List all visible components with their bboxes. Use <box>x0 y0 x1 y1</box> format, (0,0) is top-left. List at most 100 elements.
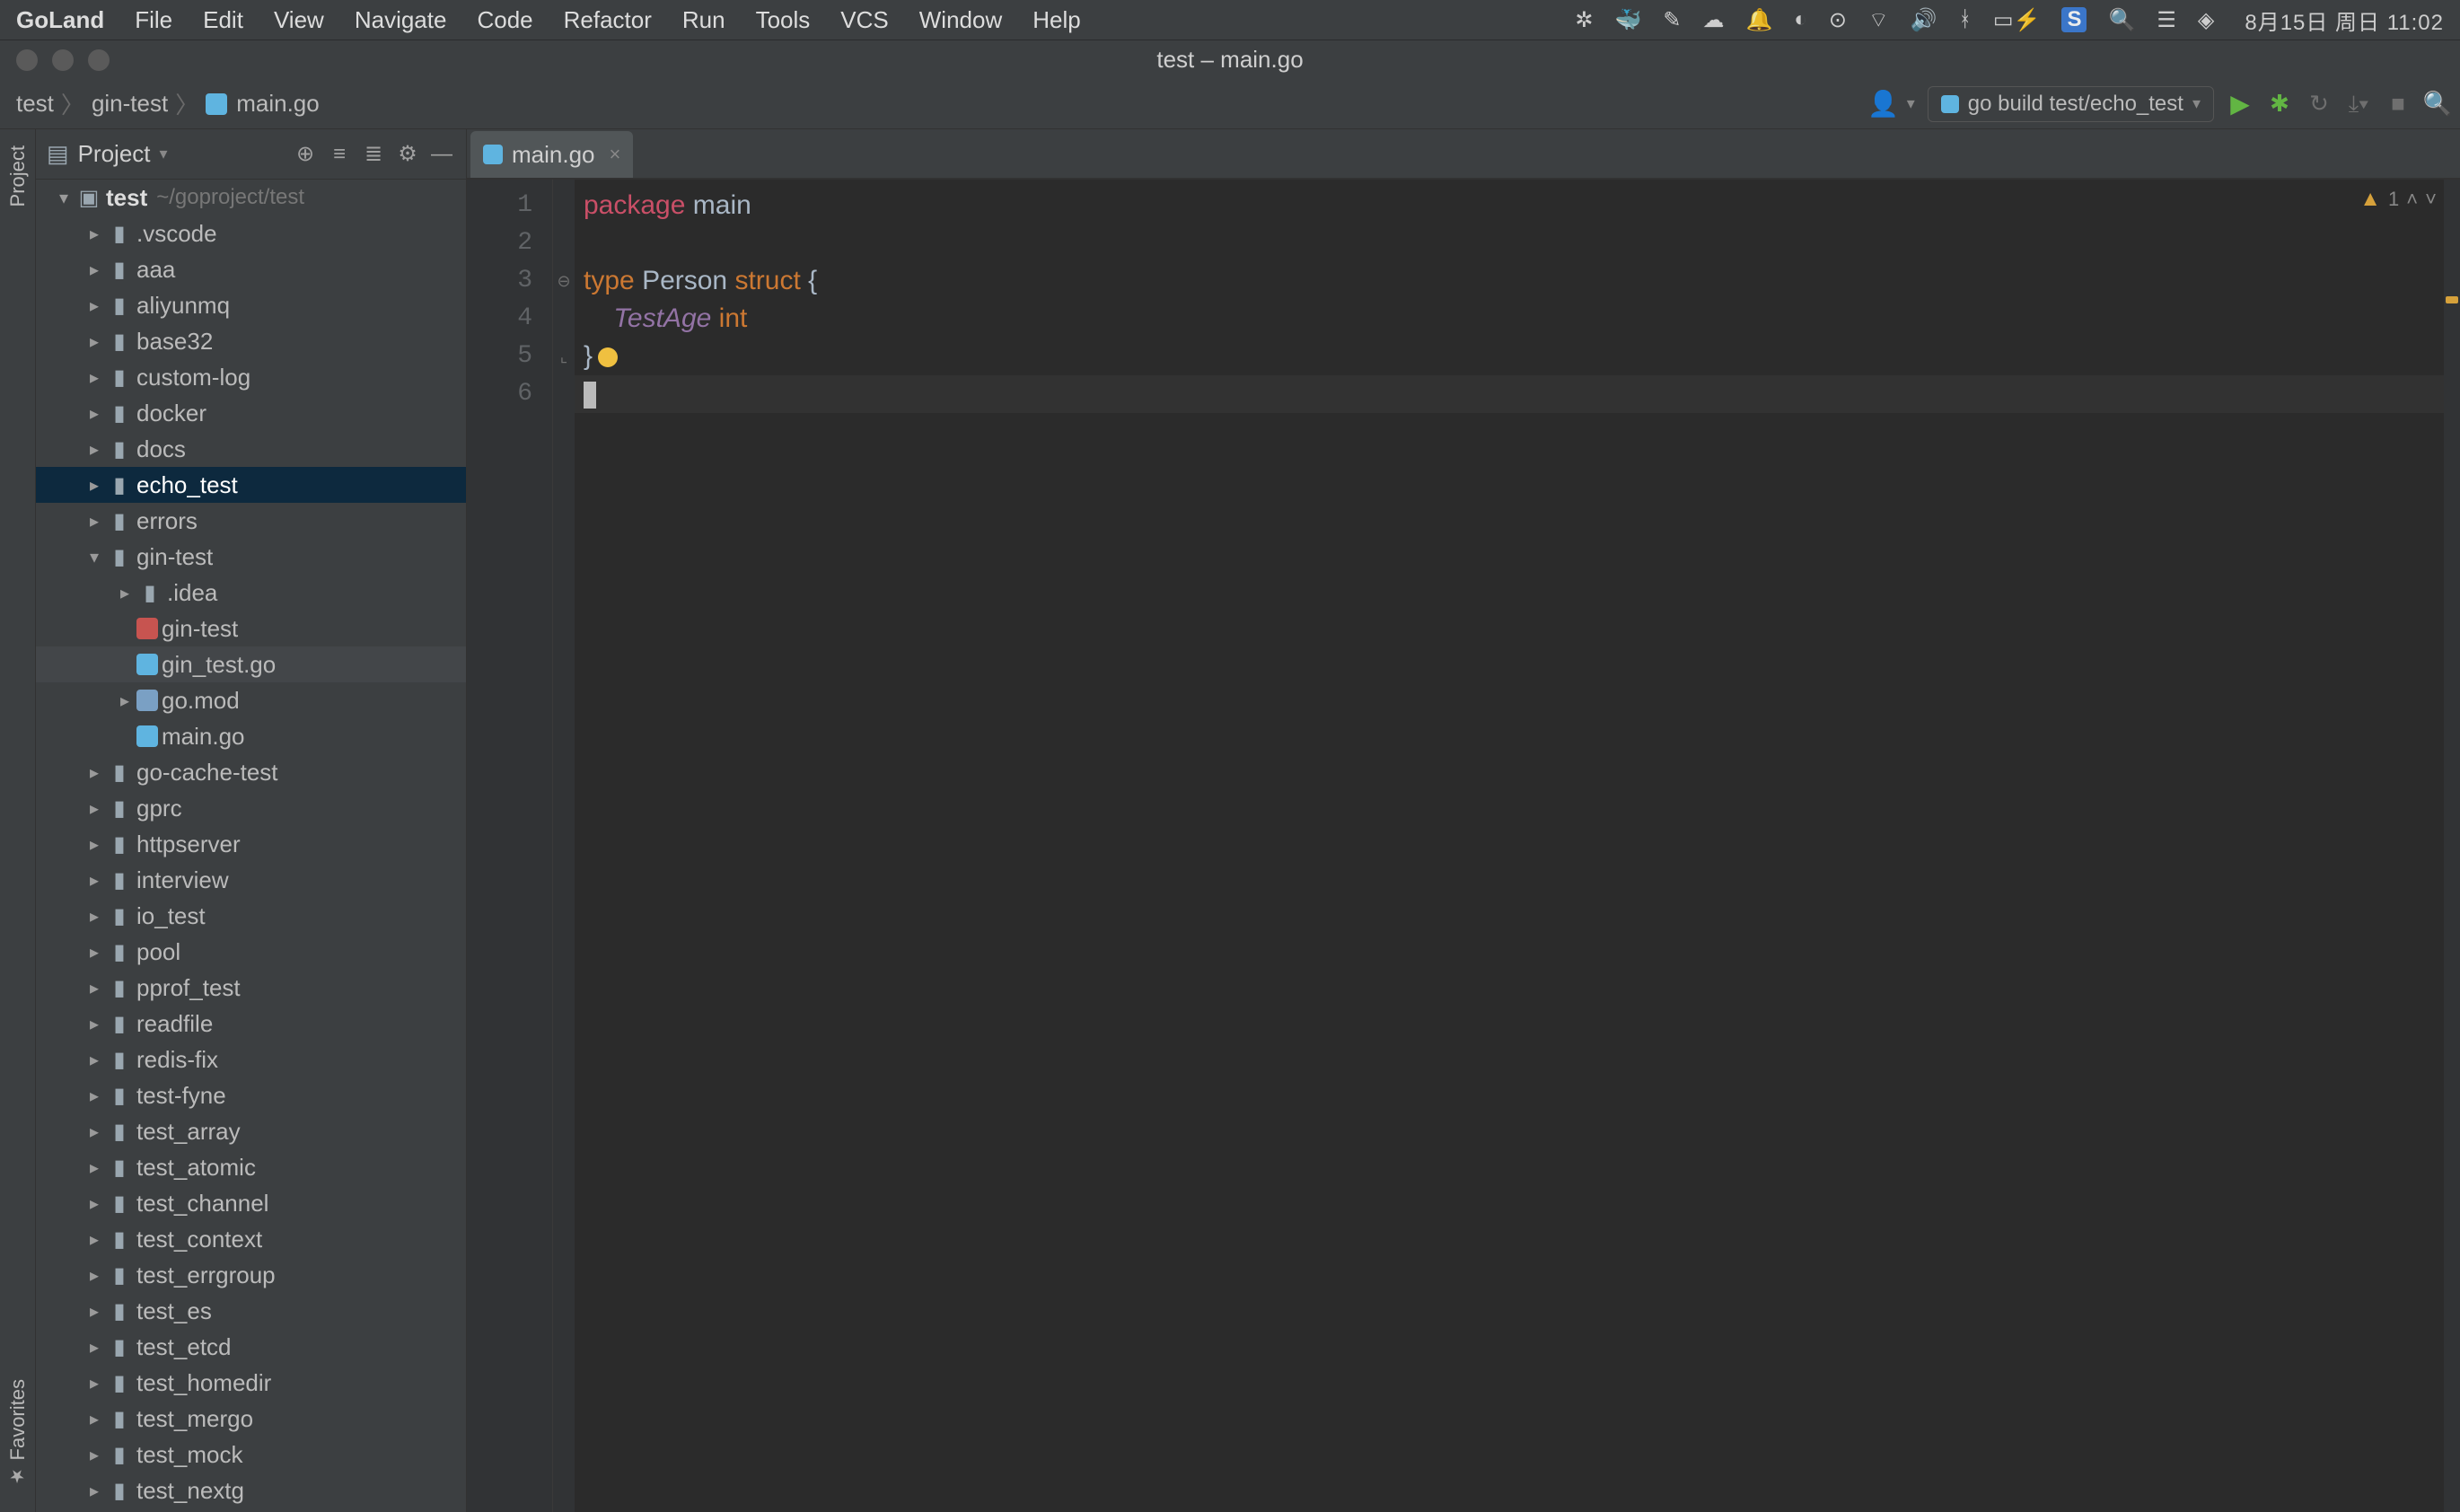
tree-item-errors[interactable]: ▸▮errors <box>36 503 466 539</box>
expand-all-icon[interactable]: ≡ <box>326 142 353 167</box>
tree-item-go-mod[interactable]: ▸go.mod <box>36 682 466 718</box>
code-with-me-icon[interactable]: 👤 <box>1867 88 1900 120</box>
chevron-right-icon[interactable]: ▸ <box>83 1049 106 1071</box>
tree-item-docker[interactable]: ▸▮docker <box>36 395 466 431</box>
tree-item-test-errgroup[interactable]: ▸▮test_errgroup <box>36 1257 466 1293</box>
bluetooth-icon[interactable]: ᚼ <box>1958 7 1971 32</box>
project-tree[interactable]: ▾ ▣ test ~/goproject/test ▸▮.vscode▸▮aaa… <box>36 180 466 1512</box>
error-stripe[interactable] <box>2444 180 2460 1512</box>
menu-view[interactable]: View <box>274 6 324 34</box>
tree-item-test-array[interactable]: ▸▮test_array <box>36 1113 466 1149</box>
run-with-coverage-button[interactable]: ↻ <box>2306 91 2333 118</box>
chevron-right-icon[interactable]: ▸ <box>83 474 106 497</box>
tree-item-pool[interactable]: ▸▮pool <box>36 934 466 970</box>
intention-bulb-icon[interactable] <box>598 347 618 367</box>
chevron-right-icon[interactable]: ▸ <box>83 510 106 532</box>
bell-icon[interactable]: 🔔 <box>1746 7 1773 33</box>
chevron-right-icon[interactable]: ▸ <box>83 1408 106 1430</box>
circle-icon[interactable]: ◐ <box>1794 7 1807 32</box>
volume-icon[interactable]: 🔊 <box>1911 7 1937 33</box>
debug-button[interactable]: ✱ <box>2266 91 2293 118</box>
chevron-down-icon[interactable]: ▾ <box>160 145 168 163</box>
line-number[interactable]: 2 <box>467 224 552 262</box>
wechat-icon[interactable]: ✲ <box>1575 7 1593 33</box>
chevron-right-icon[interactable]: ▸ <box>83 294 106 317</box>
tree-item--idea[interactable]: ▸▮.idea <box>36 575 466 611</box>
chevron-up-icon[interactable]: ˄ <box>2406 188 2418 211</box>
fold-close-icon[interactable]: ⌞ <box>553 338 575 375</box>
chevron-right-icon[interactable]: ▸ <box>83 977 106 999</box>
chevron-right-icon[interactable]: ▸ <box>83 1013 106 1035</box>
warning-marker[interactable] <box>2446 296 2458 303</box>
menu-tools[interactable]: Tools <box>756 6 811 34</box>
tree-item-gin-test-go[interactable]: ▸gin_test.go <box>36 646 466 682</box>
collapse-all-icon[interactable]: ≣ <box>360 141 387 167</box>
tree-item-gprc[interactable]: ▸▮gprc <box>36 790 466 826</box>
code-line[interactable]: } <box>575 338 2444 375</box>
chevron-right-icon[interactable]: ▸ <box>83 797 106 820</box>
clock[interactable]: 8月15日 周日 11:02 <box>2245 4 2444 36</box>
chevron-right-icon[interactable]: ▸ <box>83 330 106 353</box>
project-view-label[interactable]: Project <box>78 140 151 168</box>
tree-item-httpserver[interactable]: ▸▮httpserver <box>36 826 466 862</box>
code-line[interactable]: type Person struct { <box>575 262 2444 300</box>
breadcrumb-gin-test[interactable]: gin-test <box>92 90 168 118</box>
menu-code[interactable]: Code <box>477 6 532 34</box>
editor-tab-main-go[interactable]: main.go × <box>470 131 633 178</box>
wifi-icon[interactable]: ⌔ <box>1868 6 1889 33</box>
tree-item-test-fyne[interactable]: ▸▮test-fyne <box>36 1077 466 1113</box>
code-line[interactable] <box>575 224 2444 262</box>
chevron-down-icon[interactable]: ▾ <box>52 187 75 209</box>
spotlight-icon[interactable]: 🔍 <box>2108 7 2135 33</box>
tree-item-io-test[interactable]: ▸▮io_test <box>36 898 466 934</box>
play-tray-icon[interactable]: ⊙ <box>1829 7 1847 33</box>
tree-item-custom-log[interactable]: ▸▮custom-log <box>36 359 466 395</box>
search-everywhere-button[interactable]: 🔍 <box>2424 91 2451 118</box>
chevron-right-icon[interactable]: ▸ <box>83 1264 106 1287</box>
chevron-right-icon[interactable]: ▸ <box>83 1444 106 1466</box>
tree-item--vscode[interactable]: ▸▮.vscode <box>36 215 466 251</box>
code-line[interactable]: package main <box>575 187 2444 224</box>
favorites-tool-button[interactable]: ★ Favorites <box>6 1372 30 1494</box>
chevron-right-icon[interactable]: ▸ <box>83 366 106 389</box>
tree-item-gin-test[interactable]: ▾▮gin-test <box>36 539 466 575</box>
cloud-icon[interactable]: ☁ <box>1703 7 1725 33</box>
chevron-right-icon[interactable]: ▸ <box>83 869 106 892</box>
traffic-lights[interactable] <box>0 49 233 71</box>
tree-item-main-go[interactable]: ▸main.go <box>36 718 466 754</box>
menu-vcs[interactable]: VCS <box>840 6 888 34</box>
chevron-right-icon[interactable]: ▸ <box>83 761 106 784</box>
chevron-down-icon[interactable]: ˅ <box>2425 188 2437 211</box>
chevron-right-icon[interactable]: ▸ <box>83 1480 106 1502</box>
battery-icon[interactable]: ▭⚡ <box>1993 7 2041 33</box>
line-number[interactable]: 6 <box>467 375 552 413</box>
inspection-widget[interactable]: ▲ 1 ˄ ˅ <box>2359 187 2437 212</box>
chevron-right-icon[interactable]: ▸ <box>83 905 106 927</box>
chevron-right-icon[interactable]: ▸ <box>83 1085 106 1107</box>
profile-button[interactable]: ⤓▾ <box>2345 91 2372 118</box>
chevron-right-icon[interactable]: ▸ <box>83 1372 106 1394</box>
line-number[interactable]: 3 <box>467 262 552 300</box>
chevron-right-icon[interactable]: ▸ <box>83 1192 106 1215</box>
settings-icon[interactable]: ⚙ <box>394 141 421 167</box>
tree-item-test-nextg[interactable]: ▸▮test_nextg <box>36 1472 466 1508</box>
breadcrumb-main-go[interactable]: main.go <box>236 90 320 118</box>
menu-run[interactable]: Run <box>682 6 725 34</box>
tree-item-test-channel[interactable]: ▸▮test_channel <box>36 1185 466 1221</box>
tree-item-gin-test[interactable]: ▸gin-test <box>36 611 466 646</box>
chevron-right-icon[interactable]: ▸ <box>83 941 106 963</box>
tree-item-interview[interactable]: ▸▮interview <box>36 862 466 898</box>
chevron-right-icon[interactable]: ▸ <box>83 1228 106 1251</box>
breadcrumb-test[interactable]: test <box>16 90 54 118</box>
tree-root[interactable]: ▾ ▣ test ~/goproject/test <box>36 180 466 215</box>
code-area[interactable]: package main type Person struct { TestAg… <box>575 180 2444 1512</box>
line-number[interactable]: 4 <box>467 300 552 338</box>
line-number[interactable]: 5 <box>467 338 552 375</box>
line-number-gutter[interactable]: 1 2 3 4 5 6 <box>467 180 553 1512</box>
close-icon[interactable]: × <box>610 143 621 166</box>
chevron-right-icon[interactable]: ▸ <box>113 582 136 604</box>
chevron-right-icon[interactable]: ▸ <box>113 690 136 712</box>
menu-edit[interactable]: Edit <box>203 6 243 34</box>
chevron-right-icon[interactable]: ▸ <box>83 1156 106 1179</box>
hide-tool-icon[interactable]: — <box>428 142 455 167</box>
